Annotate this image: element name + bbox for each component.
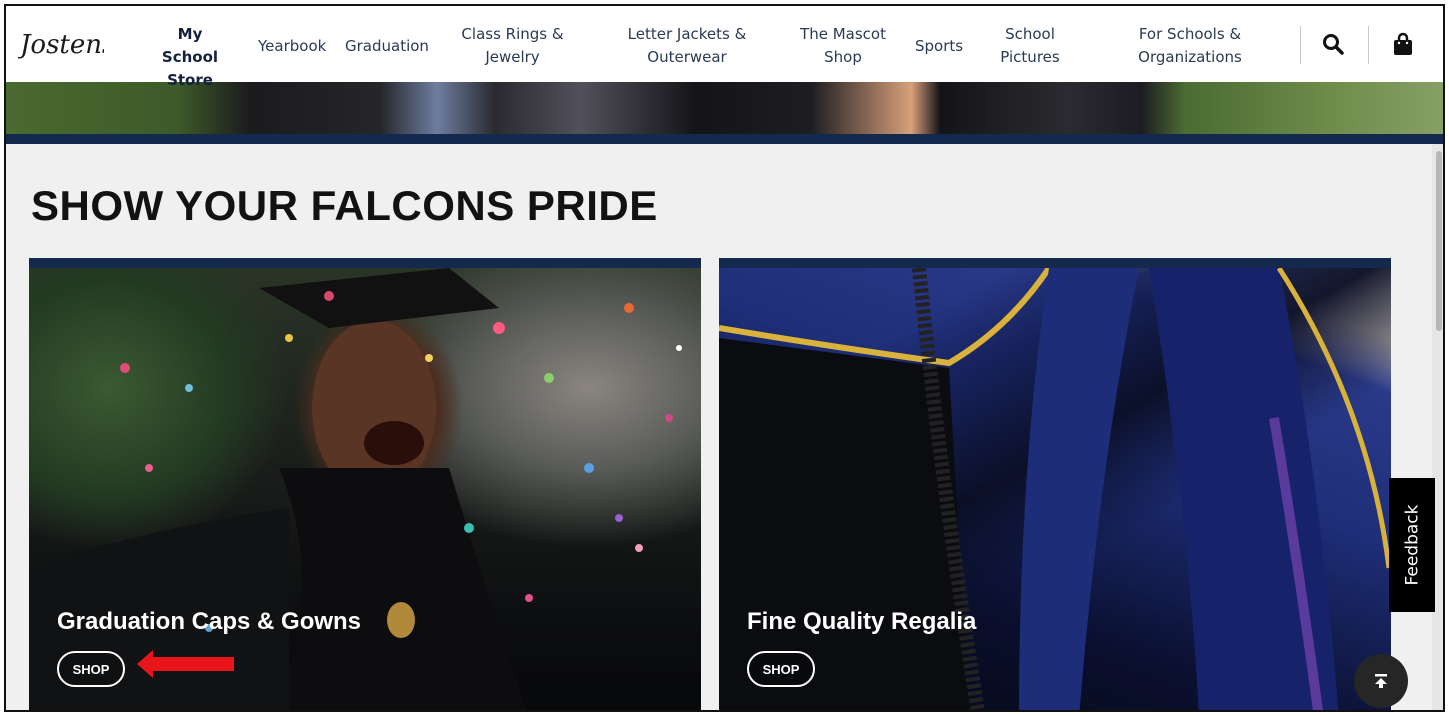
annotation-arrow-icon <box>137 650 234 678</box>
confetti-overlay <box>29 268 682 710</box>
card-top-bar <box>719 258 1391 268</box>
hero-divider-bar <box>6 134 1443 144</box>
shop-button[interactable]: SHOP <box>57 651 125 687</box>
nav-class-rings-jewelry[interactable]: Class Rings & Jewelry <box>460 23 565 69</box>
search-icon <box>1323 34 1344 55</box>
regalia-gown-image <box>719 266 1391 710</box>
back-to-top-button[interactable] <box>1354 654 1408 708</box>
section-title: SHOW YOUR FALCONS PRIDE <box>31 182 658 229</box>
feedback-label: Feedback <box>1402 504 1422 586</box>
nav-letter-jackets-outerwear[interactable]: Letter Jackets & Outerwear <box>623 23 751 69</box>
header-divider <box>1300 26 1301 64</box>
category-card-caps-gowns[interactable]: Graduation Caps & Gowns SHOP <box>29 258 701 710</box>
shopping-bag-icon <box>1394 32 1412 55</box>
category-card-regalia[interactable]: Fine Quality Regalia SHOP <box>719 258 1391 710</box>
cart-button[interactable] <box>1390 30 1416 58</box>
jostens-logo[interactable]: Jostens <box>18 24 104 64</box>
arrow-to-top-icon <box>1375 674 1387 688</box>
feedback-tab[interactable]: Feedback <box>1389 478 1435 612</box>
nav-sports[interactable]: Sports <box>915 35 963 58</box>
nav-graduation[interactable]: Graduation <box>345 35 429 58</box>
header-divider <box>1368 26 1369 64</box>
browser-viewport: Jostens My School Store Yearbook Graduat… <box>4 4 1445 712</box>
svg-text:Jostens: Jostens <box>18 30 104 60</box>
regalia-details <box>719 266 1391 710</box>
nav-for-schools-organizations[interactable]: For Schools & Organizations <box>1134 23 1246 69</box>
nav-yearbook[interactable]: Yearbook <box>258 35 326 58</box>
nav-my-school-store[interactable]: My School Store <box>152 23 228 92</box>
shop-button[interactable]: SHOP <box>747 651 815 687</box>
graduate-celebration-image <box>29 268 701 710</box>
card-title: Fine Quality Regalia <box>747 608 977 635</box>
search-button[interactable] <box>1320 30 1346 58</box>
scrollbar-thumb[interactable] <box>1436 151 1442 331</box>
card-title: Graduation Caps & Gowns <box>57 608 362 635</box>
site-header: Jostens My School Store Yearbook Graduat… <box>6 6 1443 89</box>
card-top-bar <box>29 258 701 268</box>
nav-mascot-shop[interactable]: The Mascot Shop <box>798 23 888 69</box>
nav-school-pictures[interactable]: School Pictures <box>996 23 1064 69</box>
